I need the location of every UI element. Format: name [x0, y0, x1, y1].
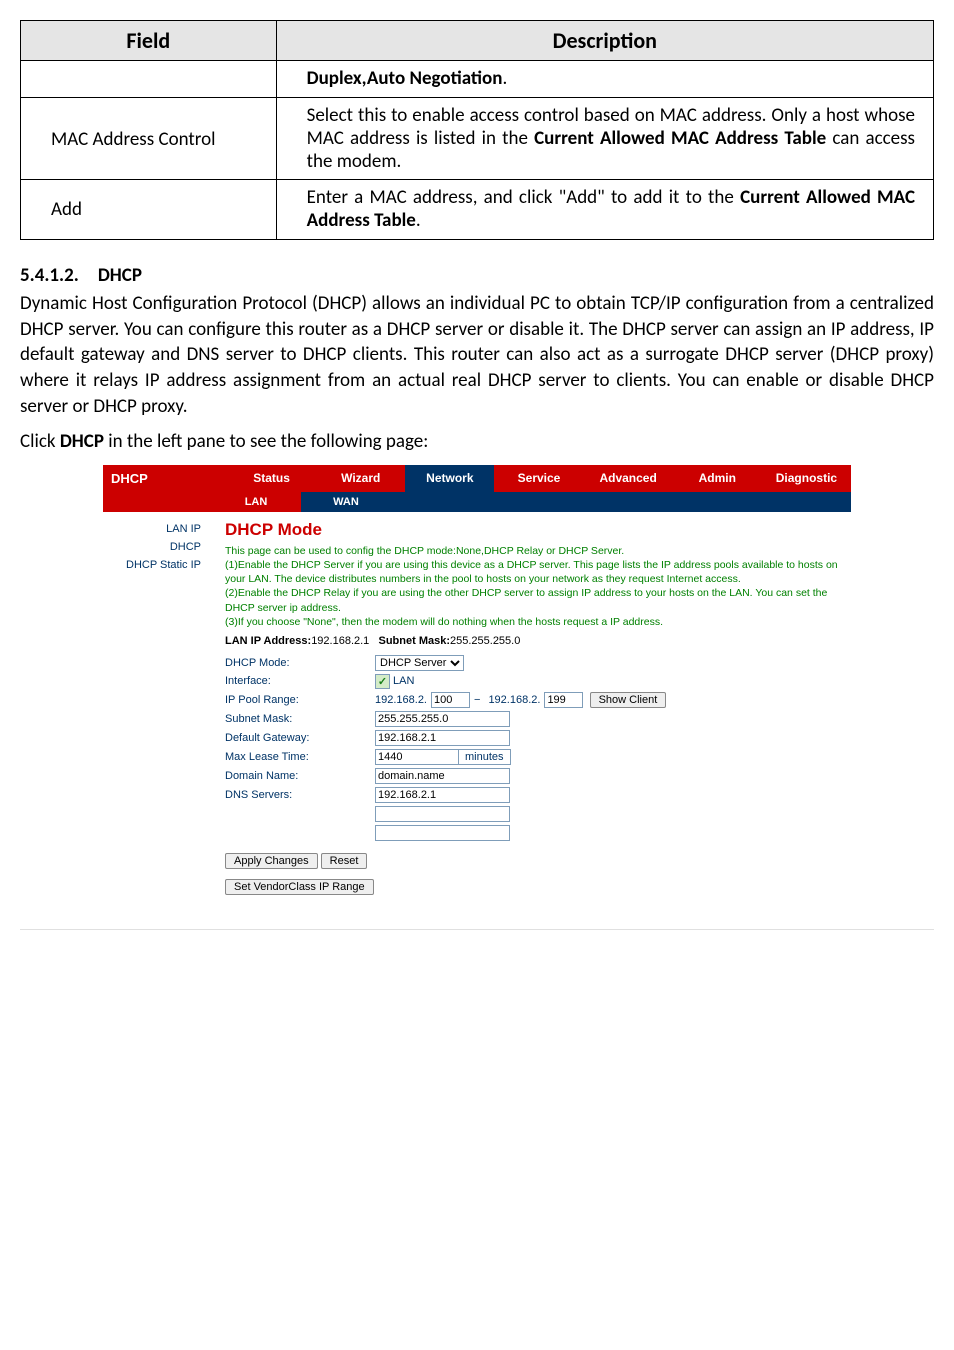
- th-field: Field: [21, 21, 277, 61]
- tab-network[interactable]: Network: [405, 465, 494, 492]
- pool-end-input[interactable]: [544, 692, 583, 708]
- router-screenshot: DHCP Status Wizard Network Service Advan…: [103, 465, 851, 909]
- row0-field: [21, 61, 277, 98]
- pool-dash: −: [474, 694, 480, 706]
- click-line: Click DHCP in the left pane to see the f…: [20, 429, 934, 455]
- pool-prefix1: 192.168.2.: [375, 694, 427, 706]
- show-client-button[interactable]: Show Client: [590, 692, 667, 708]
- tab-service[interactable]: Service: [494, 465, 583, 492]
- interface-checkbox[interactable]: ✓: [375, 674, 390, 689]
- dns2-input[interactable]: [375, 806, 510, 822]
- sub-tabs: LAN WAN: [211, 492, 851, 512]
- row2-field: Add: [21, 180, 277, 240]
- row0-desc-bold: Duplex,Auto Negotiation: [307, 67, 503, 90]
- main-pane: DHCP Mode This page can be used to confi…: [211, 512, 851, 909]
- sidebar-item-lanip[interactable]: LAN IP: [103, 520, 211, 538]
- lease-label: Max Lease Time:: [225, 751, 375, 763]
- row2-desc: Enter a MAC address, and click "Add" to …: [276, 180, 933, 240]
- footer-divider: [20, 929, 934, 930]
- subnet-input[interactable]: [375, 711, 510, 727]
- page-label: DHCP: [103, 465, 227, 492]
- apply-changes-button[interactable]: Apply Changes: [225, 853, 318, 869]
- domain-input[interactable]: [375, 768, 510, 784]
- subtab-wan[interactable]: WAN: [301, 492, 391, 512]
- pool-label: IP Pool Range:: [225, 694, 375, 706]
- tab-status[interactable]: Status: [227, 465, 316, 492]
- row0-desc: Duplex,Auto Negotiation.: [276, 61, 933, 98]
- set-vendorclass-button[interactable]: Set VendorClass IP Range: [225, 879, 374, 895]
- sidebar-item-dhcp[interactable]: DHCP: [103, 538, 211, 556]
- lan-info-line: LAN IP Address:192.168.2.1 Subnet Mask:2…: [225, 635, 841, 647]
- domain-label: Domain Name:: [225, 770, 375, 782]
- reset-button[interactable]: Reset: [321, 853, 368, 869]
- tab-admin[interactable]: Admin: [673, 465, 762, 492]
- dns3-input[interactable]: [375, 825, 510, 841]
- field-description-table: Field Description Duplex,Auto Negotiatio…: [20, 20, 934, 240]
- row1-desc: Select this to enable access control bas…: [276, 98, 933, 180]
- tab-diagnostic[interactable]: Diagnostic: [762, 465, 851, 492]
- dhcp-mode-label: DHCP Mode:: [225, 657, 375, 669]
- top-tabs: Status Wizard Network Service Advanced A…: [227, 465, 851, 492]
- subtab-lan[interactable]: LAN: [211, 492, 301, 512]
- tab-advanced[interactable]: Advanced: [584, 465, 673, 492]
- help-text: This page can be used to config the DHCP…: [225, 544, 841, 629]
- sidebar-item-dhcp-static[interactable]: DHCP Static IP: [103, 556, 211, 574]
- section-paragraph: Dynamic Host Configuration Protocol (DHC…: [20, 291, 934, 419]
- section-heading: 5.4.1.2. DHCP: [20, 264, 934, 287]
- page-title: DHCP Mode: [225, 520, 841, 540]
- tab-wizard[interactable]: Wizard: [316, 465, 405, 492]
- lease-input[interactable]: [375, 749, 459, 765]
- th-description: Description: [276, 21, 933, 61]
- dns-label: DNS Servers:: [225, 789, 375, 801]
- dhcp-mode-select[interactable]: DHCP Server: [375, 655, 464, 671]
- interface-value: LAN: [393, 675, 414, 687]
- pool-prefix2: 192.168.2.: [488, 694, 540, 706]
- sidebar: LAN IP DHCP DHCP Static IP: [103, 512, 211, 909]
- row1-field: MAC Address Control: [21, 98, 277, 180]
- dns1-input[interactable]: [375, 787, 510, 803]
- pool-start-input[interactable]: [431, 692, 470, 708]
- gateway-label: Default Gateway:: [225, 732, 375, 744]
- subnet-label: Subnet Mask:: [225, 713, 375, 725]
- subtabs-spacer: [103, 492, 211, 512]
- interface-label: Interface:: [225, 675, 375, 687]
- gateway-input[interactable]: [375, 730, 510, 746]
- lease-unit: minutes: [459, 749, 511, 765]
